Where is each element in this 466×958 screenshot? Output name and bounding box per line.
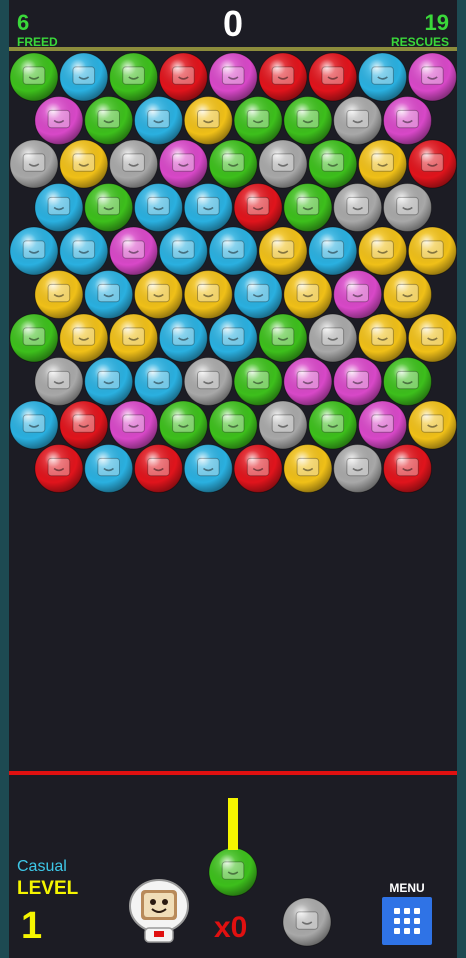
bubble-green: [9, 313, 59, 363]
bubble-gray: [34, 357, 84, 406]
bubble-pink: [358, 400, 408, 450]
bubble-pink: [383, 96, 432, 145]
multiplier: x0: [214, 911, 248, 944]
bubble-blue: [208, 226, 258, 276]
bubble-blue: [9, 226, 59, 276]
next-bubble: [282, 897, 332, 947]
bubble-pink: [333, 270, 383, 319]
bubble-gray: [333, 444, 383, 493]
bubble-gray: [109, 139, 159, 189]
level-mode: Casual: [17, 858, 67, 875]
bubble-red: [158, 52, 208, 102]
bubble-blue: [233, 270, 283, 319]
bubble-green: [84, 96, 134, 145]
bubble-green: [308, 400, 358, 450]
bubble-blue: [183, 444, 233, 493]
bubble-blue: [308, 226, 358, 276]
bubble-yellow: [358, 139, 408, 189]
bubble-blue: [84, 444, 134, 493]
bubble-green: [283, 96, 333, 145]
bubble-yellow: [407, 400, 457, 450]
bubble-gray: [383, 183, 432, 232]
bubble-yellow: [283, 270, 333, 319]
bubble-pink: [407, 52, 457, 102]
bubble-red: [308, 52, 358, 102]
bubble-pink: [109, 400, 159, 450]
bubble-yellow: [59, 139, 109, 189]
current-bubble: [208, 847, 258, 897]
bubble-green: [9, 52, 59, 102]
aim-pointer[interactable]: [228, 798, 238, 850]
bubble-green: [109, 52, 159, 102]
bubble-red: [34, 444, 84, 493]
level-number: 1: [21, 905, 43, 947]
bubble-yellow: [383, 270, 432, 319]
bubble-pink: [158, 139, 208, 189]
bubble-blue: [208, 313, 258, 363]
bubble-pink: [283, 357, 333, 406]
bubble-pink: [34, 96, 84, 145]
bubble-red: [134, 444, 183, 493]
bubble-yellow: [283, 444, 333, 493]
astronaut-icon: [129, 879, 189, 943]
bubble-red: [407, 139, 457, 189]
bubble-green: [208, 139, 258, 189]
bubble-green: [308, 139, 358, 189]
bubble-yellow: [183, 270, 233, 319]
bubble-yellow: [34, 270, 84, 319]
bubble-yellow: [134, 270, 183, 319]
bubble-gray: [258, 139, 308, 189]
bubble-blue: [34, 183, 84, 232]
level-label: LEVEL: [17, 878, 79, 899]
bubble-yellow: [407, 313, 457, 363]
bubble-yellow: [59, 313, 109, 363]
bubble-gray: [333, 183, 383, 232]
bubble-green: [84, 183, 134, 232]
bubble-gray: [183, 357, 233, 406]
bubble-pink: [208, 52, 258, 102]
danger-line: [9, 771, 457, 775]
bubble-yellow: [258, 226, 308, 276]
bubble-green: [208, 400, 258, 450]
bubble-blue: [134, 357, 183, 406]
bubble-gray: [9, 139, 59, 189]
bubble-blue: [59, 226, 109, 276]
bubble-blue: [59, 52, 109, 102]
bubble-yellow: [358, 226, 408, 276]
bubble-blue: [158, 226, 208, 276]
bubble-red: [233, 183, 283, 232]
bubble-green: [383, 357, 432, 406]
bubble-grid: [9, 52, 457, 493]
bubble-gray: [258, 400, 308, 450]
bubble-blue: [358, 52, 408, 102]
bubble-gray: [333, 96, 383, 145]
bubble-green: [258, 313, 308, 363]
menu-button[interactable]: [382, 897, 432, 945]
bubble-green: [158, 400, 208, 450]
bubble-red: [258, 52, 308, 102]
bubble-green: [283, 183, 333, 232]
bubble-yellow: [109, 313, 159, 363]
bubble-red: [59, 400, 109, 450]
grid-icon: [394, 908, 420, 934]
bubble-red: [383, 444, 432, 493]
bubble-green: [233, 357, 283, 406]
bubble-pink: [333, 357, 383, 406]
bubble-blue: [9, 400, 59, 450]
bubble-yellow: [358, 313, 408, 363]
bubble-red: [233, 444, 283, 493]
bubble-yellow: [407, 226, 457, 276]
bubble-blue: [84, 357, 134, 406]
bubble-blue: [183, 183, 233, 232]
bubble-blue: [84, 270, 134, 319]
bubble-blue: [134, 96, 183, 145]
bubble-gray: [308, 313, 358, 363]
bubble-pink: [109, 226, 159, 276]
menu-label: MENU: [389, 881, 425, 895]
bubble-blue: [134, 183, 183, 232]
bubble-yellow: [183, 96, 233, 145]
bubble-green: [233, 96, 283, 145]
bubble-blue: [158, 313, 208, 363]
